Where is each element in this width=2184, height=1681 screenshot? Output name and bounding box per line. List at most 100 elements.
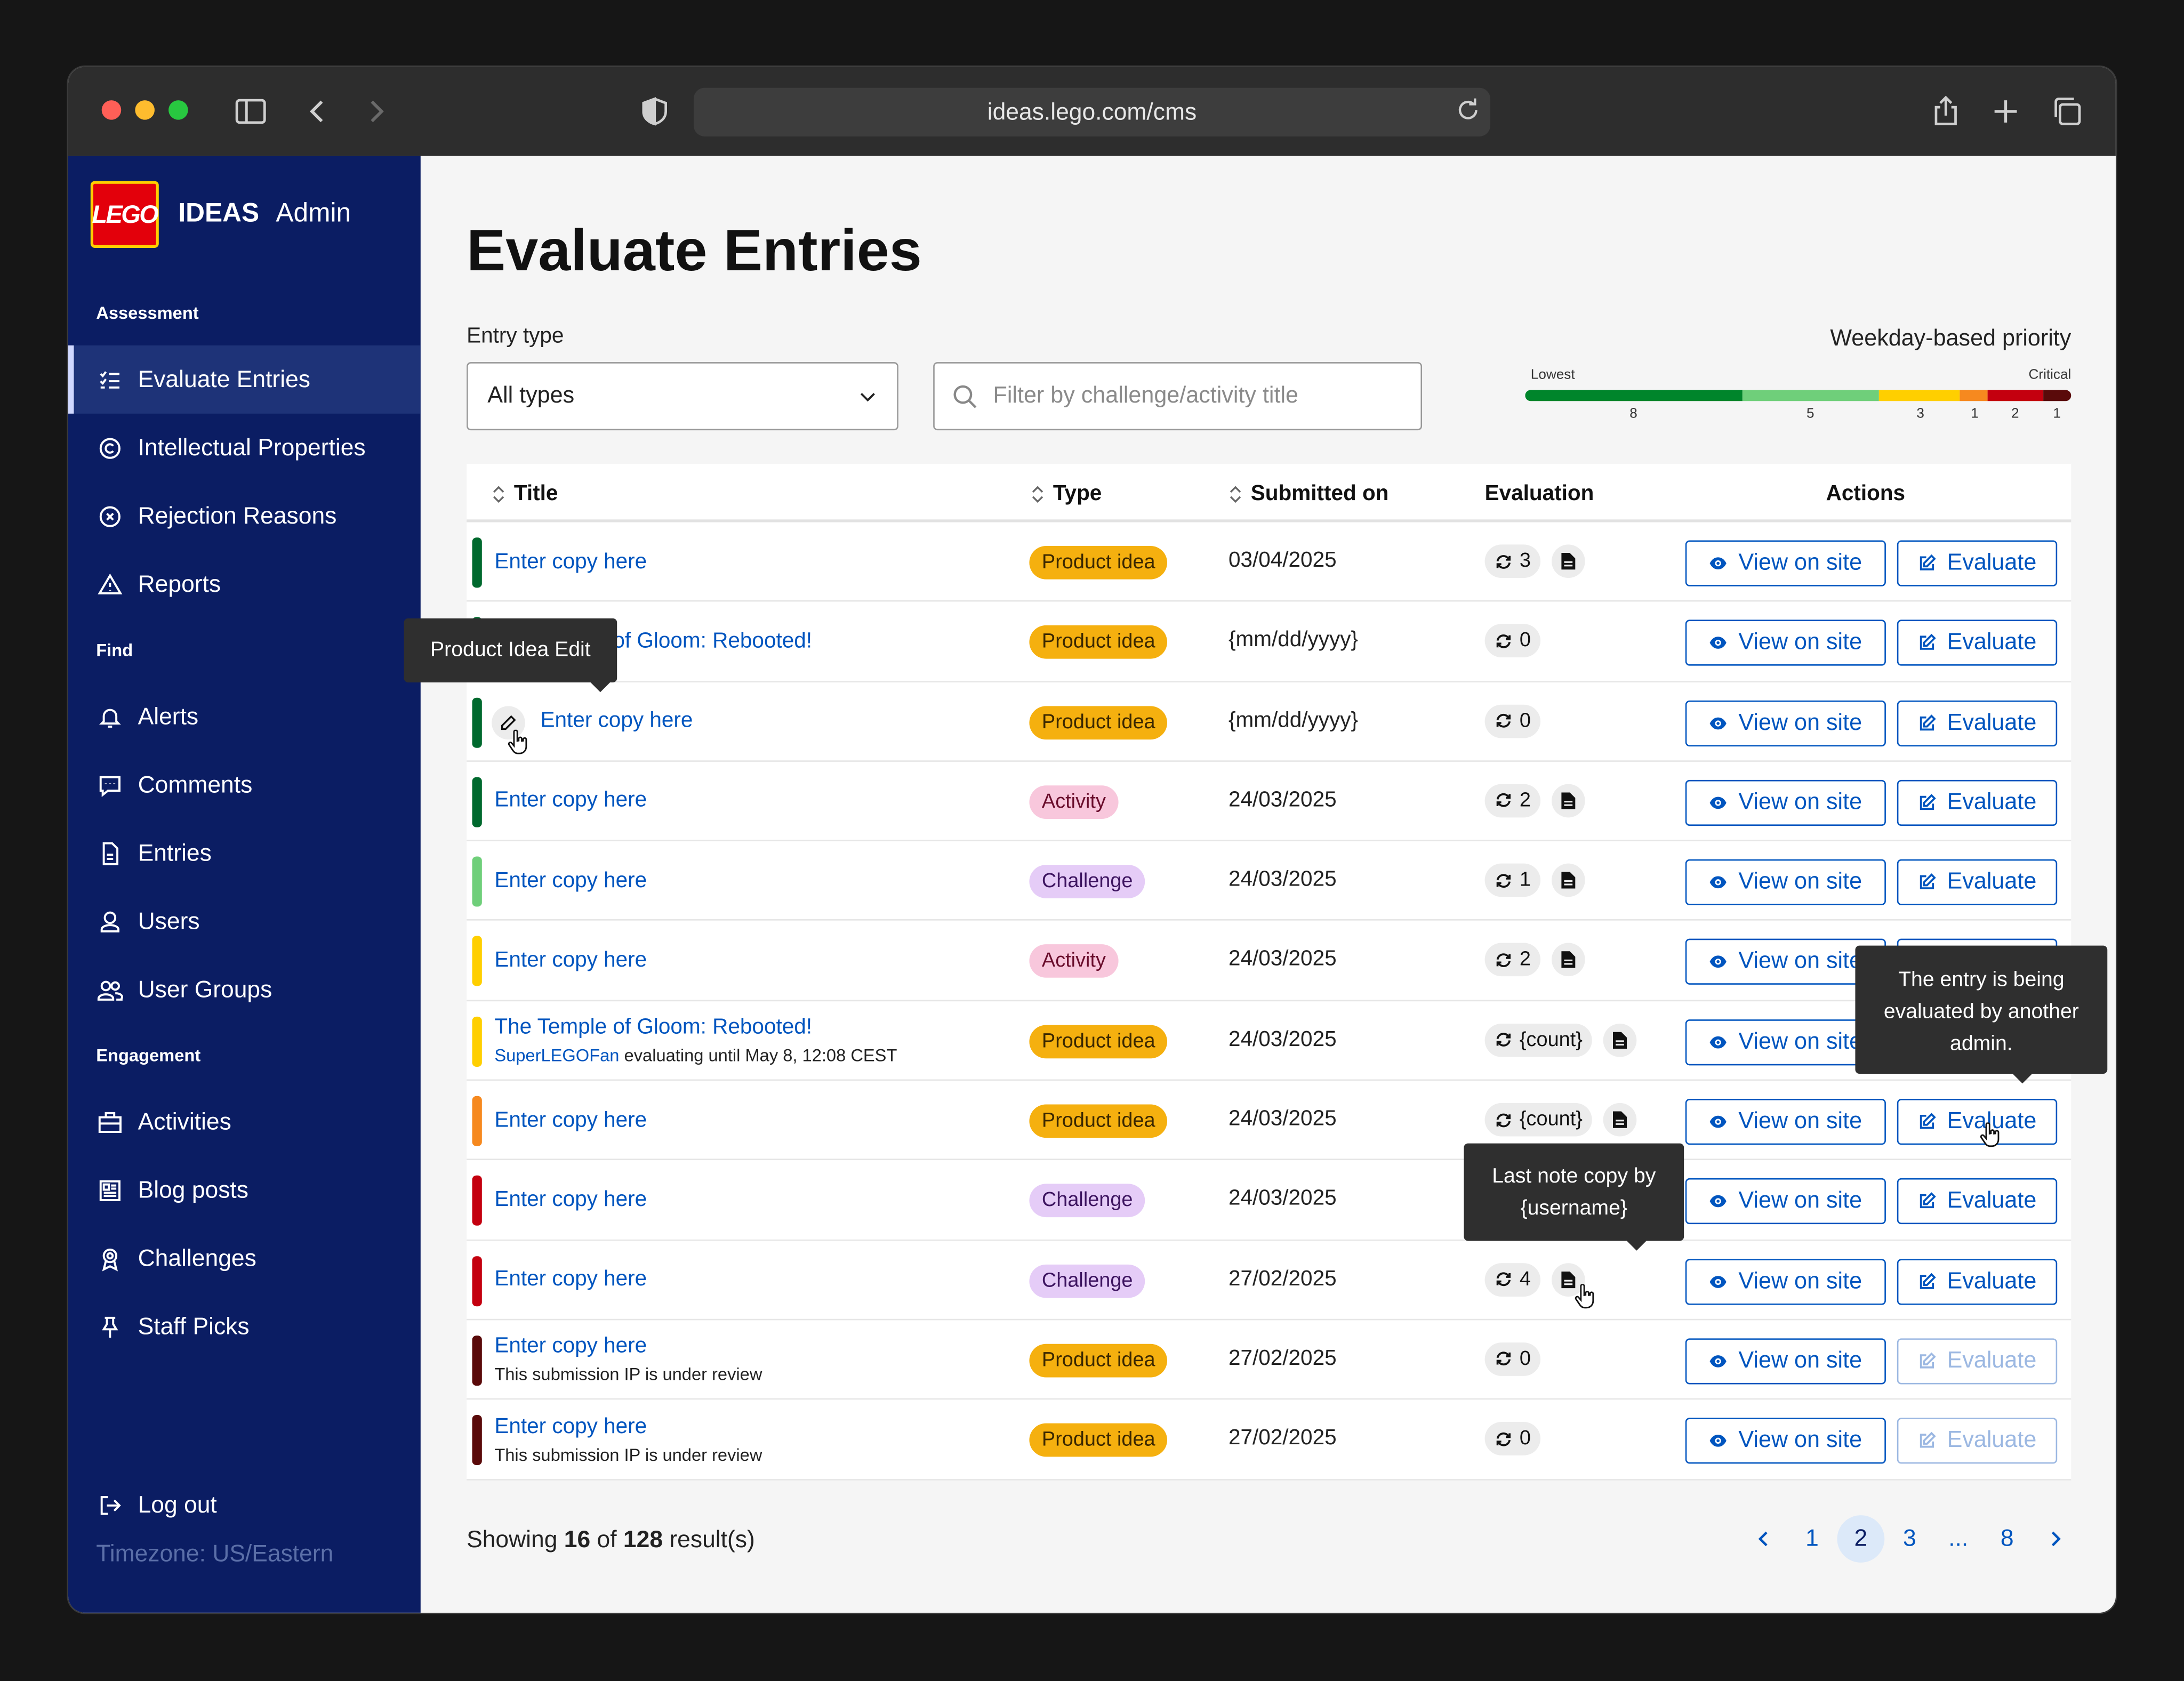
page-button[interactable]: 8 [1984, 1515, 2031, 1563]
entry-title-link[interactable]: Enter copy here [494, 1268, 647, 1293]
new-tab-icon[interactable] [1989, 95, 2022, 128]
search-field[interactable] [933, 362, 1423, 431]
view-on-site-button[interactable]: View on site [1685, 1418, 1886, 1465]
evaluation-count[interactable]: 0 [1484, 1422, 1541, 1456]
sidebar-item-intellectual-properties[interactable]: Intellectual Properties [68, 414, 421, 482]
entry-title-link[interactable]: Enter copy here [494, 1188, 647, 1213]
evaluate-button[interactable]: Evaluate [1897, 1338, 2058, 1385]
reload-icon[interactable] [1454, 96, 1482, 124]
shield-icon[interactable] [638, 95, 671, 128]
sidebar-item-activities[interactable]: Activities [68, 1088, 421, 1156]
prev-page-button[interactable] [1740, 1515, 1787, 1563]
next-page-button[interactable] [2032, 1515, 2079, 1563]
note-button[interactable] [1552, 864, 1585, 897]
evaluate-button[interactable]: Evaluate [1897, 1418, 2058, 1465]
evaluation-count[interactable]: 2 [1484, 784, 1541, 818]
button-label: Evaluate [1947, 550, 2037, 575]
evaluate-button[interactable]: Evaluate [1897, 859, 2058, 906]
minimize-window-button[interactable] [135, 100, 155, 120]
bell-icon [96, 703, 124, 730]
evaluate-button[interactable]: Evaluate [1897, 620, 2058, 666]
forward-icon[interactable] [359, 95, 393, 128]
entry-title-link[interactable]: Enter copy here [494, 789, 647, 814]
section-find: Find [96, 640, 133, 661]
address-bar[interactable]: ideas.lego.com/cms [693, 87, 1491, 136]
page-button[interactable]: 3 [1886, 1515, 1933, 1563]
view-on-site-button[interactable]: View on site [1685, 1258, 1886, 1305]
evaluation-count-value: 0 [1519, 1428, 1531, 1450]
entry-title-link[interactable]: Enter copy here [494, 1335, 762, 1360]
evaluate-button[interactable]: Evaluate [1897, 699, 2058, 746]
sidebar-item-blog-posts[interactable]: Blog posts [68, 1156, 421, 1224]
evaluate-button[interactable]: Evaluate [1897, 1258, 2058, 1305]
entry-title-link[interactable]: Enter copy here [494, 868, 647, 894]
evaluate-button[interactable]: Evaluate [1897, 540, 2058, 586]
sidebar-item-rejection-reasons[interactable]: Rejection Reasons [68, 482, 421, 550]
share-icon[interactable] [1929, 95, 1963, 128]
entry-title-link[interactable]: Enter copy here [494, 550, 647, 575]
evaluation-cell: 1 [1484, 864, 1585, 897]
priority-stripe [472, 1176, 482, 1226]
entry-title-link[interactable]: Enter copy here [494, 1108, 647, 1133]
view-on-site-button[interactable]: View on site [1685, 859, 1886, 906]
note-button[interactable] [1552, 784, 1585, 818]
evaluation-count[interactable]: 2 [1484, 943, 1541, 977]
evaluation-count[interactable]: {count} [1484, 1103, 1593, 1137]
sidebar-item-challenges[interactable]: Challenges [68, 1224, 421, 1292]
note-button[interactable] [1603, 1103, 1637, 1137]
evaluate-button[interactable]: Evaluate [1897, 1178, 2058, 1225]
brand[interactable]: LEGO IDEAS Admin [90, 181, 351, 248]
evaluation-count[interactable]: 0 [1484, 1342, 1541, 1376]
evaluate-button[interactable]: Evaluate [1897, 779, 2058, 826]
back-icon[interactable] [301, 95, 334, 128]
sidebar-item-alerts[interactable]: Alerts [68, 682, 421, 751]
maximize-window-button[interactable] [168, 100, 188, 120]
sidebar-toggle-icon[interactable] [234, 95, 268, 128]
column-type[interactable]: Type [1031, 482, 1102, 507]
evaluation-count[interactable]: 4 [1484, 1262, 1541, 1297]
view-on-site-button[interactable]: View on site [1685, 620, 1886, 666]
logout-button[interactable]: Log out [68, 1470, 421, 1539]
entry-title-link[interactable]: Enter copy here [494, 948, 647, 974]
eye-icon [1709, 1116, 1727, 1128]
close-window-button[interactable] [101, 100, 122, 120]
type-badge: Challenge [1029, 1264, 1146, 1298]
search-input[interactable] [993, 383, 1398, 409]
note-button[interactable] [1552, 544, 1585, 578]
tab-overview-icon[interactable] [2050, 95, 2084, 128]
evaluation-cell: 4 [1484, 1262, 1585, 1297]
sidebar-item-staff-picks[interactable]: Staff Picks [68, 1292, 421, 1361]
view-on-site-button[interactable]: View on site [1685, 699, 1886, 746]
evaluating-user-link[interactable]: SuperLEGOFan [494, 1046, 619, 1066]
column-submitted[interactable]: Submitted on [1228, 482, 1388, 507]
evaluation-count[interactable]: {count} [1484, 1023, 1593, 1057]
sidebar-item-reports[interactable]: Reports [68, 550, 421, 618]
evaluation-count[interactable]: 0 [1484, 624, 1541, 658]
view-on-site-button[interactable]: View on site [1685, 540, 1886, 586]
entry-title-link[interactable]: The Temple of Gloom: Rebooted! [494, 1016, 897, 1041]
page-title: Evaluate Entries [467, 217, 922, 283]
page-button-current[interactable]: 2 [1837, 1515, 1885, 1563]
note-button[interactable] [1603, 1023, 1637, 1057]
entry-title-link[interactable]: Enter copy here [494, 1414, 762, 1439]
sidebar-item-entries[interactable]: Entries [68, 819, 421, 887]
view-on-site-button[interactable]: View on site [1685, 1178, 1886, 1225]
column-title[interactable]: Title [492, 482, 558, 507]
view-on-site-button[interactable]: View on site [1685, 779, 1886, 826]
evaluation-count[interactable]: 1 [1484, 864, 1541, 897]
evaluation-count[interactable]: 0 [1484, 704, 1541, 738]
view-on-site-button[interactable]: View on site [1685, 1338, 1886, 1385]
view-on-site-button[interactable]: View on site [1685, 1099, 1886, 1145]
note-button[interactable] [1552, 943, 1585, 977]
sidebar-item-users[interactable]: Users [68, 887, 421, 955]
edit-icon [1920, 634, 1936, 650]
sidebar-item-user-groups[interactable]: User Groups [68, 955, 421, 1024]
evaluation-count[interactable]: 3 [1484, 544, 1541, 578]
sidebar-item-comments[interactable]: Comments [68, 751, 421, 819]
entry-type-select[interactable]: All types [467, 362, 898, 431]
entry-title-link[interactable]: Enter copy here [541, 709, 693, 734]
sidebar-item-evaluate-entries[interactable]: Evaluate Entries [68, 345, 421, 414]
evaluate-button[interactable]: Evaluate [1897, 1099, 2058, 1145]
chevron-down-icon [860, 392, 875, 401]
page-button[interactable]: 1 [1788, 1515, 1836, 1563]
